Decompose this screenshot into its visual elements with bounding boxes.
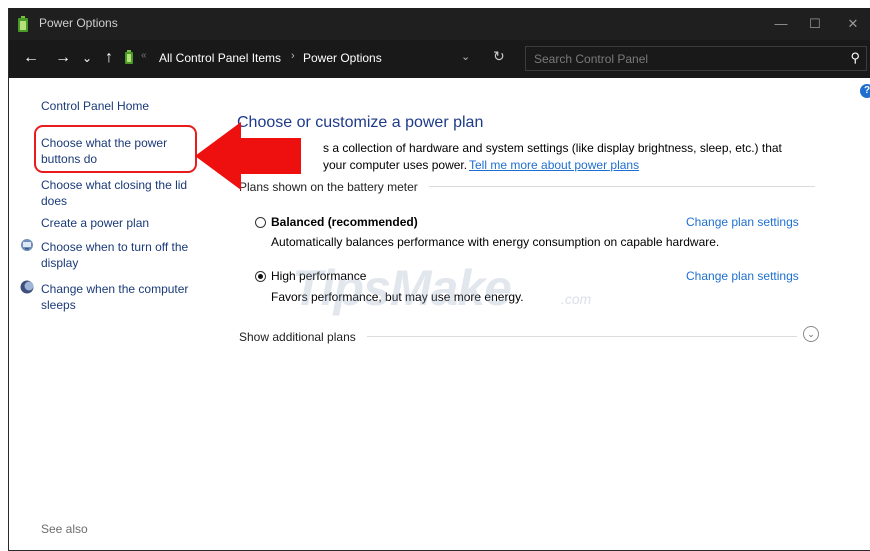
sidebar-link-create-plan[interactable]: Create a power plan bbox=[41, 215, 201, 231]
search-input[interactable]: Search Control Panel ⚲ bbox=[525, 46, 867, 71]
search-placeholder: Search Control Panel bbox=[534, 52, 649, 66]
battery-app-icon bbox=[18, 16, 28, 32]
address-dropdown-icon[interactable]: ⌄ bbox=[461, 50, 470, 63]
see-also-heading: See also bbox=[41, 522, 88, 536]
forward-arrow-icon[interactable]: → bbox=[53, 48, 73, 68]
breadcrumb-chevron-icon[interactable]: › bbox=[291, 50, 295, 62]
minimize-button[interactable]: — bbox=[767, 13, 795, 35]
group-divider bbox=[429, 186, 815, 187]
watermark-suffix: .com bbox=[561, 291, 592, 307]
breadcrumb-all-control-panel-items[interactable]: All Control Panel Items bbox=[159, 51, 281, 65]
battery-location-icon bbox=[125, 50, 133, 64]
title-bar: Power Options — ☐ ✕ bbox=[9, 8, 870, 40]
sidebar-link-display-off[interactable]: Choose when to turn off the display bbox=[41, 239, 201, 271]
power-options-window: Power Options — ☐ ✕ ← → ⌄ ↑ « All Contro… bbox=[8, 8, 870, 551]
close-button[interactable]: ✕ bbox=[839, 13, 867, 35]
sidebar-link-computer-sleeps[interactable]: Change when the computer sleeps bbox=[41, 281, 201, 313]
help-icon[interactable]: ? bbox=[860, 84, 870, 98]
expand-chevron-icon[interactable]: ⌄ bbox=[803, 326, 819, 342]
back-arrow-icon[interactable]: ← bbox=[21, 48, 41, 68]
show-additional-plans-label[interactable]: Show additional plans bbox=[239, 330, 356, 344]
tell-me-more-link[interactable]: Tell me more about power plans bbox=[469, 157, 639, 173]
window-title: Power Options bbox=[39, 16, 118, 30]
red-arrow-icon bbox=[195, 122, 301, 190]
breadcrumb-power-options[interactable]: Power Options bbox=[303, 51, 382, 65]
search-icon[interactable]: ⚲ bbox=[850, 50, 860, 66]
plan-name-balanced[interactable]: Balanced (recommended) bbox=[271, 215, 418, 229]
sleep-moon-icon bbox=[20, 280, 34, 294]
change-plan-settings-balanced[interactable]: Change plan settings bbox=[686, 215, 799, 229]
display-icon bbox=[21, 239, 33, 251]
up-arrow-icon[interactable]: ↑ bbox=[99, 48, 119, 68]
balanced-radio[interactable] bbox=[255, 217, 266, 228]
plan-desc-balanced: Automatically balances performance with … bbox=[271, 235, 720, 249]
refresh-icon[interactable]: ↻ bbox=[493, 48, 505, 65]
maximize-button[interactable]: ☐ bbox=[801, 13, 829, 35]
highlight-box bbox=[34, 125, 197, 173]
high-performance-radio[interactable] bbox=[255, 271, 266, 282]
breadcrumb-overflow-icon[interactable]: « bbox=[141, 50, 147, 61]
change-plan-settings-high-performance[interactable]: Change plan settings bbox=[686, 269, 799, 283]
recent-locations-icon[interactable]: ⌄ bbox=[77, 48, 97, 68]
description-text: s a collection of hardware and system se… bbox=[323, 141, 782, 155]
address-bar: ← → ⌄ ↑ « All Control Panel Items › Powe… bbox=[9, 40, 870, 78]
additional-plans-divider bbox=[367, 336, 797, 337]
sidebar-link-closing-lid[interactable]: Choose what closing the lid does bbox=[41, 177, 201, 209]
watermark-logo: TipsMake bbox=[292, 260, 512, 316]
control-panel-home-link[interactable]: Control Panel Home bbox=[41, 98, 201, 114]
description-text-line2: your computer uses power. bbox=[323, 158, 468, 172]
